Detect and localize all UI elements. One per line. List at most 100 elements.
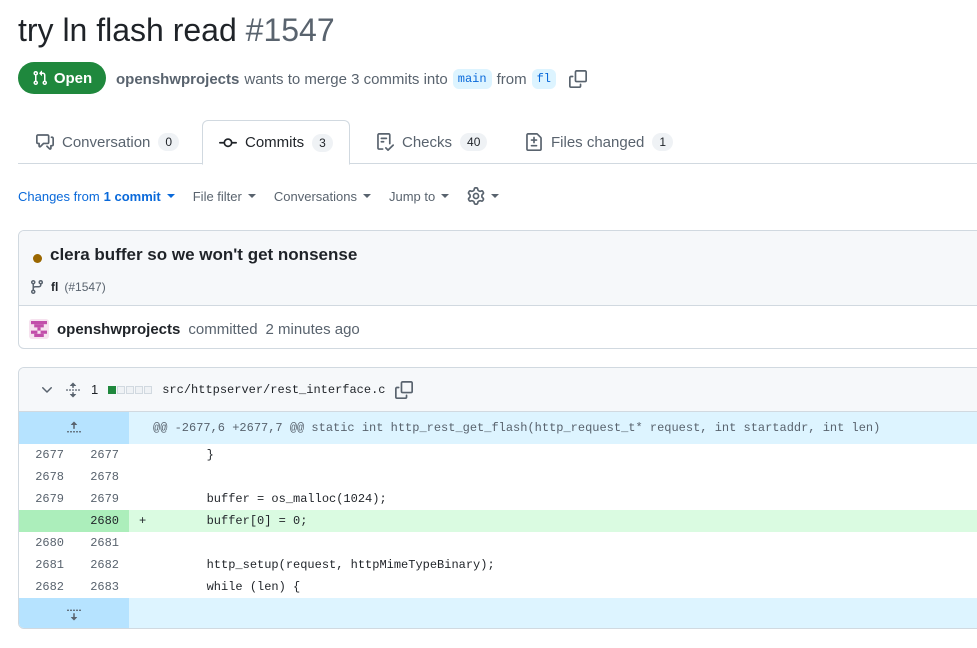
tab-commits[interactable]: Commits 3 xyxy=(202,120,350,165)
gear-icon xyxy=(467,187,485,205)
diff-line-added: 2680 + buffer[0] = 0; xyxy=(19,510,977,532)
diff-table: @@ -2677,6 +2677,7 @@ static int http_re… xyxy=(19,412,977,628)
chevron-down-icon xyxy=(166,194,175,198)
commit-summary: clera buffer so we won't get nonsense fl… xyxy=(18,230,977,349)
diff-line: 2681 2682 http_setup(request, httpMimeTy… xyxy=(19,554,977,576)
pr-merge-text: wants to merge 3 commits into xyxy=(244,70,448,88)
checklist-icon xyxy=(377,133,394,151)
diff-line: 2680 2681 xyxy=(19,532,977,554)
pr-state-label: Open xyxy=(53,69,93,87)
old-line-number[interactable]: 2680 xyxy=(19,532,74,554)
diff-sign xyxy=(129,532,149,554)
tab-files-changed[interactable]: Files changed 1 xyxy=(525,120,674,164)
changes-from-value: 1 commit xyxy=(103,188,161,204)
hunk-footer xyxy=(19,598,977,628)
copy-branch-button[interactable] xyxy=(569,70,587,88)
commit-branch-name[interactable]: fl xyxy=(51,280,58,294)
file-filter-dropdown[interactable]: File filter xyxy=(193,189,256,204)
git-commit-icon xyxy=(219,137,237,147)
diff-toolbar: Changes from 1 commit File filter Conver… xyxy=(18,187,500,205)
pr-author-link[interactable]: openshwprojects xyxy=(116,71,239,88)
status-dot-icon[interactable] xyxy=(33,253,42,263)
old-line-number xyxy=(19,510,74,532)
pr-number: #1547 xyxy=(245,12,335,48)
diff-sign xyxy=(129,444,149,466)
file-name[interactable]: src/httpserver/rest_interface.c xyxy=(162,383,385,397)
diff-line: 2682 2683 while (len) { xyxy=(19,576,977,598)
expand-up-button[interactable] xyxy=(19,412,129,444)
fold-up-icon xyxy=(67,421,81,433)
commit-message-text[interactable]: clera buffer so we won't get nonsense xyxy=(50,245,357,265)
code-line: } xyxy=(149,448,214,462)
file-diff: 1 src/httpserver/rest_interface.c @@ -26… xyxy=(18,367,977,629)
diff-line: 2678 2678 xyxy=(19,466,977,488)
diff-sign xyxy=(129,554,149,576)
conversations-dropdown[interactable]: Conversations xyxy=(274,189,371,204)
chevron-down-icon xyxy=(491,194,500,198)
code-line: buffer[0] = 0; xyxy=(149,514,308,528)
tab-conversation-label: Conversation xyxy=(62,133,151,151)
unfold-icon[interactable] xyxy=(65,382,81,398)
diff-line: 2679 2679 buffer = os_malloc(1024); xyxy=(19,488,977,510)
diff-sign: + xyxy=(139,514,147,528)
tab-checks[interactable]: Checks 40 xyxy=(376,120,488,164)
new-line-number[interactable]: 2677 xyxy=(74,444,129,466)
pr-title-text: try ln flash read xyxy=(18,12,237,48)
comment-discussion-icon xyxy=(36,134,54,150)
old-line-number[interactable]: 2679 xyxy=(19,488,74,510)
commit-pr-ref[interactable]: (#1547) xyxy=(64,280,105,294)
jump-to-dropdown[interactable]: Jump to xyxy=(388,188,450,204)
chevron-down-icon[interactable] xyxy=(39,382,55,398)
old-line-number[interactable]: 2682 xyxy=(19,576,74,598)
diff-settings-dropdown[interactable] xyxy=(467,187,500,205)
commit-message: clera buffer so we won't get nonsense xyxy=(33,245,357,265)
chevron-down-icon xyxy=(362,194,371,198)
old-line-number[interactable]: 2678 xyxy=(19,466,74,488)
git-branch-icon xyxy=(30,280,43,295)
avatar[interactable] xyxy=(29,319,49,339)
base-branch[interactable]: main xyxy=(452,69,492,89)
tab-conversation[interactable]: Conversation 0 xyxy=(36,120,180,164)
conversations-label: Conversations xyxy=(273,188,357,204)
new-line-number[interactable]: 2682 xyxy=(74,554,129,576)
pr-title: try ln flash read #1547 xyxy=(18,12,335,49)
diff-line: 2677 2677 } xyxy=(19,444,977,466)
hunk-header-text: @@ -2677,6 +2677,7 @@ static int http_re… xyxy=(153,421,881,435)
chevron-down-icon xyxy=(247,194,256,198)
expand-down-button[interactable] xyxy=(19,598,129,628)
identicon-icon xyxy=(31,321,47,337)
file-diff-icon xyxy=(526,133,542,151)
file-filter-label: File filter xyxy=(192,188,242,204)
new-line-number[interactable]: 2681 xyxy=(74,532,129,554)
new-line-number[interactable]: 2680 xyxy=(74,510,129,532)
pr-from-text: from xyxy=(496,70,527,88)
pr-meta: openshwprojects wants to merge 3 commits… xyxy=(116,69,587,89)
code-line: http_setup(request, httpMimeTypeBinary); xyxy=(149,558,495,572)
code-line: buffer = os_malloc(1024); xyxy=(149,492,387,506)
copy-icon[interactable] xyxy=(395,380,414,399)
pr-tabs: Conversation 0 Commits 3 Checks 40 Files… xyxy=(18,120,977,165)
diff-sign xyxy=(129,576,149,598)
tab-conversation-count: 0 xyxy=(158,133,180,151)
code-line: while (len) { xyxy=(149,580,301,594)
old-line-number[interactable]: 2677 xyxy=(19,444,74,466)
commit-branch: fl (#1547) xyxy=(29,279,106,295)
file-header: 1 src/httpserver/rest_interface.c xyxy=(19,368,977,412)
hunk-header: @@ -2677,6 +2677,7 @@ static int http_re… xyxy=(19,412,977,444)
diffstat xyxy=(108,385,153,394)
changes-from-dropdown[interactable]: Changes from 1 commit xyxy=(18,189,175,204)
head-branch[interactable]: fl xyxy=(531,69,556,89)
diff-sign xyxy=(129,488,149,510)
commit-author-name[interactable]: openshwprojects xyxy=(57,321,180,338)
old-line-number[interactable]: 2681 xyxy=(19,554,74,576)
commit-author-line: openshwprojects committed 2 minutes ago xyxy=(29,319,360,339)
new-line-number[interactable]: 2678 xyxy=(74,466,129,488)
changes-from-prefix: Changes from xyxy=(18,188,100,204)
tab-checks-count: 40 xyxy=(460,133,488,151)
new-line-number[interactable]: 2679 xyxy=(74,488,129,510)
file-change-count: 1 xyxy=(91,382,99,397)
jump-to-label: Jump to xyxy=(388,188,436,204)
new-line-number[interactable]: 2683 xyxy=(74,576,129,598)
git-pull-request-icon xyxy=(33,70,47,86)
